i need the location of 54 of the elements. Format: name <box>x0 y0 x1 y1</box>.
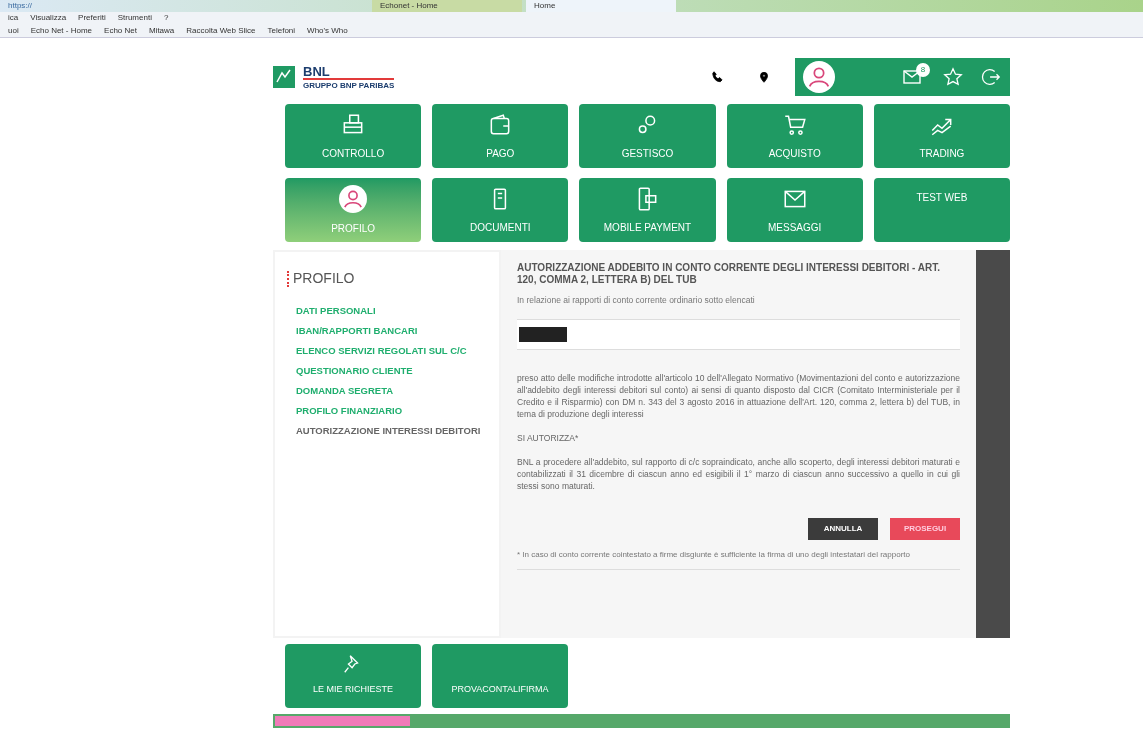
favorite-link[interactable]: Echo Net <box>104 24 137 37</box>
avatar-button[interactable] <box>803 61 835 93</box>
sidebar-link[interactable]: DOMANDA SEGRETA <box>296 385 487 396</box>
footnote: * In caso di conto corrente cointestato a firme disgiunte è sufficiente la firma di uno degli intestatari del rapporto <box>517 548 960 570</box>
mail-count: 8 <box>916 63 930 77</box>
sidebar-link[interactable]: QUESTIONARIO CLIENTE <box>296 365 487 376</box>
menu-item[interactable]: Visualizza <box>30 12 67 24</box>
menu-tile[interactable]: PAGO <box>432 104 569 168</box>
favorite-link[interactable]: Who's Who <box>307 24 348 37</box>
logout-icon <box>980 66 1002 88</box>
menu-item[interactable]: Preferiti <box>78 12 106 24</box>
sidebar-link[interactable]: AUTORIZZAZIONE INTERESSI DEBITORI <box>296 425 487 436</box>
favorite-link[interactable]: Telefoni <box>267 24 296 37</box>
browser-tab[interactable]: Echonet - Home <box>372 0 522 12</box>
favorite-link[interactable]: Echo Net - Home <box>30 24 93 37</box>
menu-tile[interactable]: PROVACONTALIFIRMA <box>432 644 568 708</box>
menu-tile[interactable]: ACQUISTO <box>726 104 863 168</box>
menu-tile[interactable]: LE MIE RICHIESTE <box>285 644 421 708</box>
menu-item[interactable]: ica <box>8 12 19 24</box>
menu-tile[interactable]: CONTROLLO <box>285 104 422 168</box>
user-icon <box>339 184 368 213</box>
favorite-link[interactable]: Mitawa <box>148 24 175 37</box>
map-pin-icon <box>757 70 771 84</box>
menu-tile[interactable]: DOCUMENTI <box>432 178 569 242</box>
logo-group: GRUPPO BNP PARIBAS <box>303 81 395 90</box>
redaction-bar <box>519 326 567 342</box>
menu-tile[interactable]: TEST WEB <box>873 178 1010 242</box>
favorite-link[interactable]: Raccolta Web Slice <box>186 24 256 37</box>
logo-icon <box>273 66 295 88</box>
menu-tile[interactable]: MOBILE PAYMENT <box>579 178 716 242</box>
form-title: AUTORIZZAZIONE ADDEBITO IN CONTO CORRENTE DEGLI INTERESSI DEBITORI - ART. 120, COMMA 2, LETTERA B) DEL TUB <box>517 262 941 286</box>
body-text: preso atto delle modifiche introdotte all'articolo 10 dell'Allegato Normativo (Movimentazioni del conto e autorizzazione all'addebito degli interessi debitori sul conto) ai sensi di quanto disposto dal CICR (Comitato Interministeriale per il Credito e il Risparmio) con DM n. 343 del 3 agosto 2016 in attuazione dell'Art. 120, comma 2, lettera b) del TUB, in tema di produzione degli interessi <box>517 371 960 420</box>
form-button[interactable]: ANNULLA <box>808 517 878 540</box>
favorites-label: uoi <box>8 24 19 37</box>
sidebar-link[interactable]: ELENCO SERVIZI REGOLATI SUL C/C <box>296 345 487 356</box>
sidebar-link[interactable]: PROFILO FINANZIARIO <box>296 405 487 416</box>
menu-tile[interactable]: MESSAGGI <box>726 178 863 242</box>
sidebar-link[interactable]: IBAN/RAPPORTI BANCARI <box>296 325 487 336</box>
address-bar[interactable]: https:// <box>8 0 308 12</box>
body-text: SI AUTORIZZA* <box>517 431 580 444</box>
phone-icon <box>711 70 725 84</box>
logo-name: BNL <box>303 64 395 80</box>
body-text: BNL a procedere all'addebito, sul rapporto di c/c sopraindicato, anche allo scoperto, degli interessi debitori maturati e contabilizzati il 31 dicembre di ciascun anno ed esigibili il 1° marzo di ciascun anno successivo a quello in cui gli stessi sono maturati. <box>517 455 960 492</box>
browser-tab[interactable]: Home <box>526 0 676 12</box>
form-button[interactable]: PROSEGUI <box>890 517 960 540</box>
menu-item[interactable]: Strumenti <box>117 12 152 24</box>
sidebar-title: PROFILO <box>293 269 355 288</box>
sidebar-link[interactable]: DATI PERSONALI <box>296 305 487 316</box>
menu-tile[interactable]: GESTISCO <box>579 104 716 168</box>
menu-tile[interactable]: TRADING <box>873 104 1010 168</box>
intro-text: In relazione ai rapporti di conto corrente ordinario sotto elencati <box>517 294 756 307</box>
menu-tile[interactable]: PROFILO <box>285 178 422 242</box>
star-icon <box>942 66 964 88</box>
menu-item[interactable]: ? <box>163 12 169 24</box>
